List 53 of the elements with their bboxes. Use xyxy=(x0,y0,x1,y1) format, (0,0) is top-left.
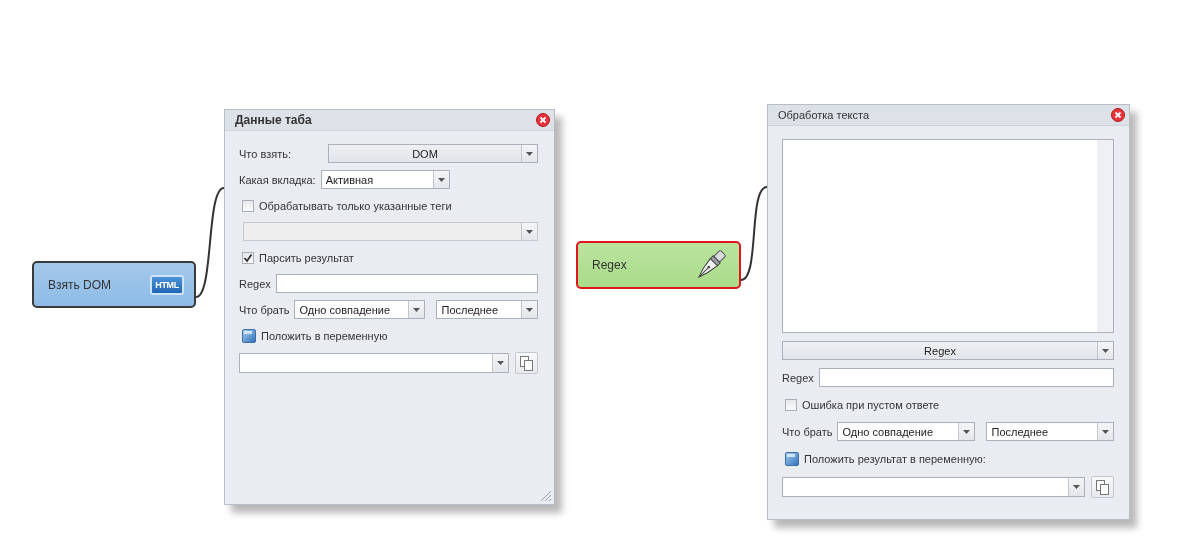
caret-icon xyxy=(1102,348,1109,353)
field-label: Какая вкладка: xyxy=(239,173,316,186)
panel-title: Данные таба xyxy=(235,113,312,127)
variable-icon[interactable] xyxy=(785,451,799,466)
variable-icon[interactable] xyxy=(242,328,256,343)
field-label: Regex xyxy=(782,371,814,384)
dropdown[interactable] xyxy=(239,353,509,373)
caret-icon xyxy=(963,429,971,434)
copy-button[interactable] xyxy=(515,352,538,374)
field-label: Что взять: xyxy=(239,147,292,160)
dropdown[interactable]: DOM xyxy=(328,144,538,163)
field-label: Что брать xyxy=(239,303,290,316)
caret-icon xyxy=(437,177,445,182)
text-input[interactable] xyxy=(275,274,538,293)
checkbox-label: Обрабатывать только указанные теги xyxy=(259,199,452,212)
action-node[interactable]: Regex xyxy=(576,241,741,289)
checkbox-label: Ошибка при пустом ответе xyxy=(802,398,940,411)
dropdown[interactable]: Одно совпадение xyxy=(294,300,426,319)
option-label: Положить результат в переменную: xyxy=(804,452,986,465)
checkbox[interactable] xyxy=(242,251,254,264)
action-node[interactable]: Взять DOM HTML xyxy=(32,261,196,308)
scrollbar[interactable] xyxy=(1097,140,1113,332)
panel-title: Обработка текста xyxy=(778,109,870,121)
checkbox[interactable] xyxy=(242,199,254,212)
dropdown[interactable]: Активная xyxy=(320,170,450,189)
option-label: Положить в переменную xyxy=(261,329,388,342)
node-badge: HTML xyxy=(150,274,184,295)
dropdown[interactable]: Одно совпадение xyxy=(837,422,976,441)
resize-grip-icon[interactable] xyxy=(540,490,552,502)
caret-icon xyxy=(526,307,533,312)
copy-button[interactable] xyxy=(1091,476,1114,498)
caret-icon xyxy=(497,361,504,365)
field-label: Что брать xyxy=(782,425,833,438)
checkbox[interactable] xyxy=(785,398,797,411)
dropdown[interactable]: Последнее xyxy=(436,300,538,319)
dropdown[interactable] xyxy=(782,477,1085,497)
caret-icon xyxy=(1073,485,1080,489)
caret-icon xyxy=(526,229,533,234)
field-label: Regex xyxy=(239,277,271,290)
close-icon[interactable] xyxy=(1111,108,1125,122)
checkbox-label: Парсить результат xyxy=(259,251,354,264)
node-label: Взять DOM xyxy=(48,277,112,292)
caret-icon xyxy=(413,307,421,312)
close-icon[interactable] xyxy=(536,113,550,127)
caret-icon xyxy=(526,151,533,156)
copy-icon xyxy=(1096,479,1109,495)
caret-icon xyxy=(1102,429,1109,434)
text-input[interactable] xyxy=(818,368,1114,387)
dropdown[interactable]: Последнее xyxy=(986,422,1114,441)
copy-icon xyxy=(520,355,533,371)
text-area[interactable] xyxy=(782,139,1114,333)
node-label: Regex xyxy=(592,258,627,272)
dropdown[interactable]: Regex xyxy=(782,341,1114,360)
